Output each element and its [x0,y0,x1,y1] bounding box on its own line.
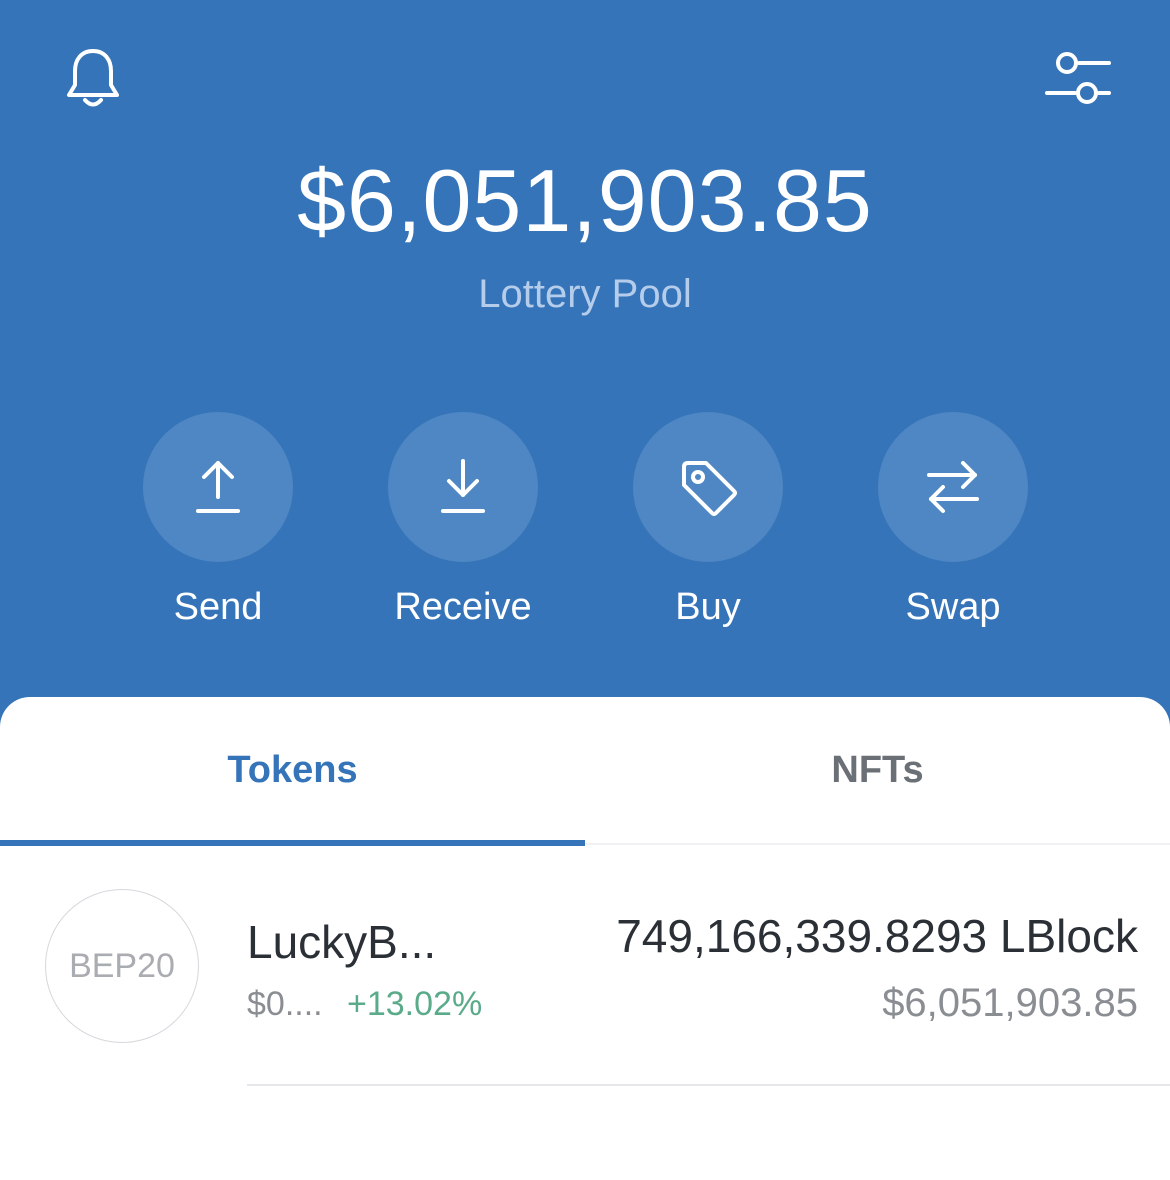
receive-button[interactable]: Receive [373,412,553,629]
swap-circle[interactable] [878,412,1028,562]
tab-tokens[interactable]: Tokens [0,749,585,792]
swap-icon [927,461,979,513]
buy-circle[interactable] [633,412,783,562]
token-price-change: +13.02% [347,985,483,1023]
token-balance-value: $6,051,903.85 [882,981,1138,1025]
sliders-icon [1045,52,1111,104]
buy-label: Buy [675,586,741,628]
row-divider [247,1084,1170,1086]
send-circle[interactable] [143,412,293,562]
assets-sheet: Tokens NFTs BEP20 LuckyB... $0.... +13.0… [0,697,1170,1180]
token-price: $0.... [247,985,323,1023]
token-name: LuckyB... [247,916,437,968]
swap-button[interactable]: Swap [863,412,1043,629]
token-logo-placeholder: BEP20 [45,889,199,1043]
active-tab-indicator [0,840,585,846]
send-label: Send [173,586,263,628]
swap-label: Swap [905,586,1001,628]
token-row[interactable]: BEP20 LuckyB... $0.... +13.02% 749,166,3… [0,885,1170,1086]
notifications-button[interactable] [58,44,128,114]
wallet-name: Lottery Pool [478,272,692,316]
total-balance: $6,051,903.85 [297,151,873,250]
tab-nfts[interactable]: NFTs [585,749,1170,792]
bell-icon [67,49,119,107]
arrow-up-icon [196,461,240,513]
tab-divider [585,843,1170,845]
arrow-down-icon [441,459,485,513]
buy-button[interactable]: Buy [618,412,798,629]
settings-filter-button[interactable] [1038,44,1118,114]
receive-circle[interactable] [388,412,538,562]
send-button[interactable]: Send [128,412,308,629]
token-balance-amount: 749,166,339.8293 LBlock [616,910,1138,962]
receive-label: Receive [394,586,532,628]
tag-icon [682,461,737,516]
wallet-header: $6,051,903.85 Lottery Pool Send Receive [0,0,1170,760]
